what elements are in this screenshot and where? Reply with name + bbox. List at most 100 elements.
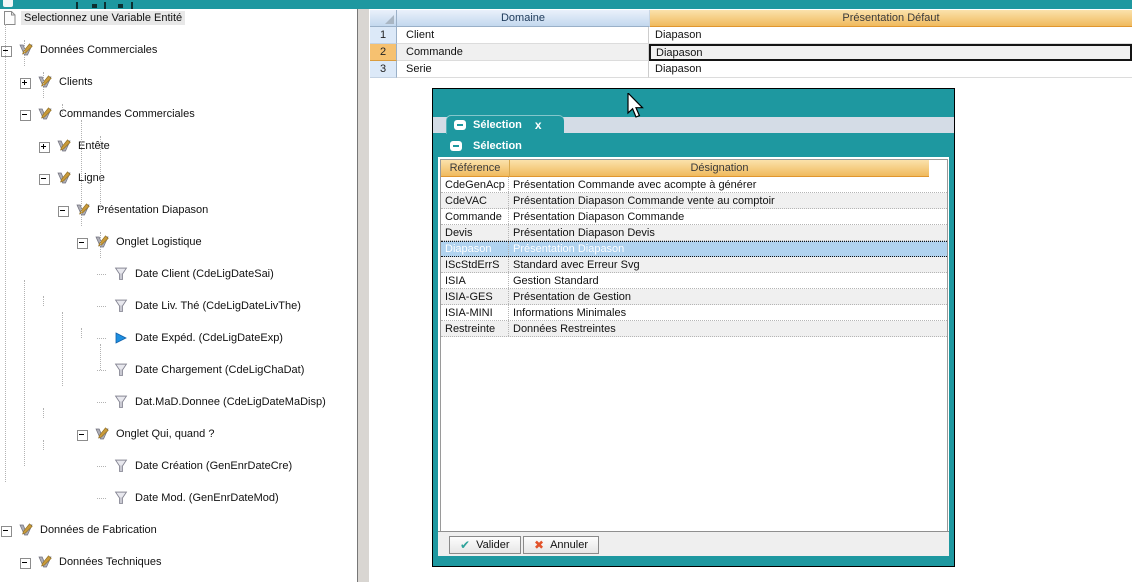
row-number[interactable]: 3 — [370, 61, 397, 78]
branch-icon — [37, 555, 53, 569]
tree-item: Données Techniques — [20, 554, 357, 570]
funnel-icon — [113, 267, 129, 281]
tree-guide-line — [100, 232, 102, 258]
tree-item: Dat.MaD.Donnee (CdeLigDateMaDisp) — [96, 394, 357, 410]
branch-icon — [75, 203, 91, 217]
tree-item-label[interactable]: Date Création (GenEnrDateCre) — [132, 459, 295, 473]
validate-button[interactable]: ✔ Valider — [449, 536, 521, 554]
tree-guide-line — [43, 72, 45, 98]
tree-item: Date Expéd. (CdeLigDateExp) — [96, 330, 357, 346]
expand-toggle-minus-icon[interactable] — [20, 110, 31, 121]
cross-icon: ✖ — [534, 540, 544, 550]
tree-item-label[interactable]: Données Techniques — [56, 555, 165, 569]
tree-item: Date Mod. (GenEnrDateMod) — [96, 490, 357, 506]
cell-domaine: Commande — [397, 44, 649, 61]
cell-reference: Devis — [441, 225, 509, 240]
cell-presentation-defaut[interactable]: Diapason — [649, 27, 1132, 44]
tree-item-label[interactable]: Date Client (CdeLigDateSai) — [132, 267, 277, 281]
window-icon — [454, 120, 466, 130]
list-item[interactable]: DiapasonPrésentation Diapason — [441, 241, 947, 257]
tree-guide-line — [43, 296, 45, 306]
tree-item-label[interactable]: Présentation Diapason — [94, 203, 211, 217]
expand-toggle-plus-icon[interactable] — [20, 78, 31, 89]
cell-reference: ISIA-GES — [441, 289, 509, 304]
branch-icon — [37, 75, 53, 89]
tree-guide-line — [100, 136, 102, 210]
expand-toggle-minus-icon[interactable] — [39, 174, 50, 185]
list-item[interactable]: ISIA-GESPrésentation de Gestion — [441, 289, 947, 305]
expand-toggle-minus-icon[interactable] — [77, 238, 88, 249]
tree-item-label[interactable]: Selectionnez une Variable Entité — [21, 11, 185, 25]
row-number[interactable]: 2 — [370, 44, 397, 61]
list-item[interactable]: ISIAGestion Standard — [441, 273, 947, 289]
tree-item: Date Liv. Thé (CdeLigDateLivThe) — [96, 298, 357, 314]
column-header-designation[interactable]: Désignation — [510, 160, 929, 177]
tree-item-label[interactable]: Données de Fabrication — [37, 523, 160, 537]
column-header-reference[interactable]: Référence — [441, 160, 510, 177]
list-item[interactable]: ISIA-MINIInformations Minimales — [441, 305, 947, 321]
cell-reference: IScStdErrS — [441, 257, 509, 272]
cell-presentation-defaut[interactable]: Diapason — [649, 61, 1132, 78]
tree-item-label[interactable]: Date Mod. (GenEnrDateMod) — [132, 491, 282, 505]
tree-connector — [1, 42, 18, 58]
tree-connector — [20, 74, 37, 90]
cell-domaine: Client — [397, 27, 649, 44]
tree-item-label[interactable]: Onglet Logistique — [113, 235, 205, 249]
cell-reference: ISIA-MINI — [441, 305, 509, 320]
domain-presentation-table: Domaine Présentation Défaut 1ClientDiapa… — [370, 10, 1132, 78]
tree-item-label[interactable]: Données Commerciales — [37, 43, 160, 57]
list-item[interactable]: CdeVACPrésentation Diapason Commande ven… — [441, 193, 947, 209]
tree-item-label[interactable]: Onglet Qui, quand ? — [113, 427, 217, 441]
tree-item-label[interactable]: Date Expéd. (CdeLigDateExp) — [132, 331, 286, 345]
tree-guide-line — [43, 408, 45, 418]
tree-item: Date Chargement (CdeLigChaDat) — [96, 362, 357, 378]
tree-connector — [20, 554, 37, 570]
application-window: Selectionnez une Variable Entité Données … — [0, 0, 1132, 582]
tree-connector — [1, 522, 18, 538]
expand-toggle-minus-icon[interactable] — [77, 430, 88, 441]
expand-toggle-plus-icon[interactable] — [39, 142, 50, 153]
tree-item-label[interactable]: Clients — [56, 75, 96, 89]
expand-toggle-minus-icon[interactable] — [20, 558, 31, 569]
table-header-row: Domaine Présentation Défaut — [370, 10, 1132, 27]
tree-item: Date Client (CdeLigDateSai) — [96, 266, 357, 282]
tree-guide-line — [5, 24, 7, 482]
window-icon — [450, 141, 462, 151]
list-item[interactable]: DevisPrésentation Diapason Devis — [441, 225, 947, 241]
selection-dialog: Sélection x Sélection Référence Désignat… — [432, 88, 955, 567]
tree-item-label[interactable]: Date Liv. Thé (CdeLigDateLivThe) — [132, 299, 304, 313]
tree-item-label[interactable]: Ligne — [75, 171, 108, 185]
tree-connector — [96, 394, 113, 410]
tree-guide-line — [24, 280, 26, 466]
cell-reference: ISIA — [441, 273, 509, 288]
list-item[interactable]: IScStdErrSStandard avec Erreur Svg — [441, 257, 947, 273]
cell-designation: Gestion Standard — [509, 273, 928, 288]
tree-item: Selectionnez une Variable Entité — [2, 10, 357, 26]
expand-toggle-minus-icon[interactable] — [1, 526, 12, 537]
expand-toggle-minus-icon[interactable] — [58, 206, 69, 217]
tab-close-icon[interactable]: x — [535, 120, 542, 130]
column-header-presentation-defaut[interactable]: Présentation Défaut — [650, 10, 1132, 27]
tree-connector — [96, 458, 113, 474]
tree-guide-line — [24, 40, 26, 66]
tree-connector — [77, 234, 94, 250]
cancel-button[interactable]: ✖ Annuler — [523, 536, 599, 554]
cell-reference: Commande — [441, 209, 509, 224]
dialog-button-bar: ✔ Valider ✖ Annuler — [438, 531, 949, 556]
cell-designation: Données Restreintes — [509, 321, 928, 336]
column-header-domaine[interactable]: Domaine — [397, 10, 650, 27]
tab-selection[interactable]: Sélection x — [446, 115, 564, 134]
tree-item: Données Commerciales — [1, 42, 357, 58]
row-number[interactable]: 1 — [370, 27, 397, 44]
list-item[interactable]: CdeGenAcpPrésentation Commande avec acom… — [441, 177, 947, 193]
list-item[interactable]: RestreinteDonnées Restreintes — [441, 321, 947, 337]
tree-item-label[interactable]: Date Chargement (CdeLigChaDat) — [132, 363, 307, 377]
tree-guide-line — [62, 104, 64, 114]
tree-item-label[interactable]: Commandes Commerciales — [56, 107, 198, 121]
cell-presentation-defaut[interactable]: Diapason — [649, 44, 1132, 61]
list-item[interactable]: CommandePrésentation Diapason Commande — [441, 209, 947, 225]
dialog-body: Référence Désignation CdeGenAcpPrésentat… — [438, 157, 949, 556]
select-all-corner[interactable] — [370, 10, 397, 27]
tree-item: Clients — [20, 74, 357, 90]
tree-item-label[interactable]: Dat.MaD.Donnee (CdeLigDateMaDisp) — [132, 395, 329, 409]
